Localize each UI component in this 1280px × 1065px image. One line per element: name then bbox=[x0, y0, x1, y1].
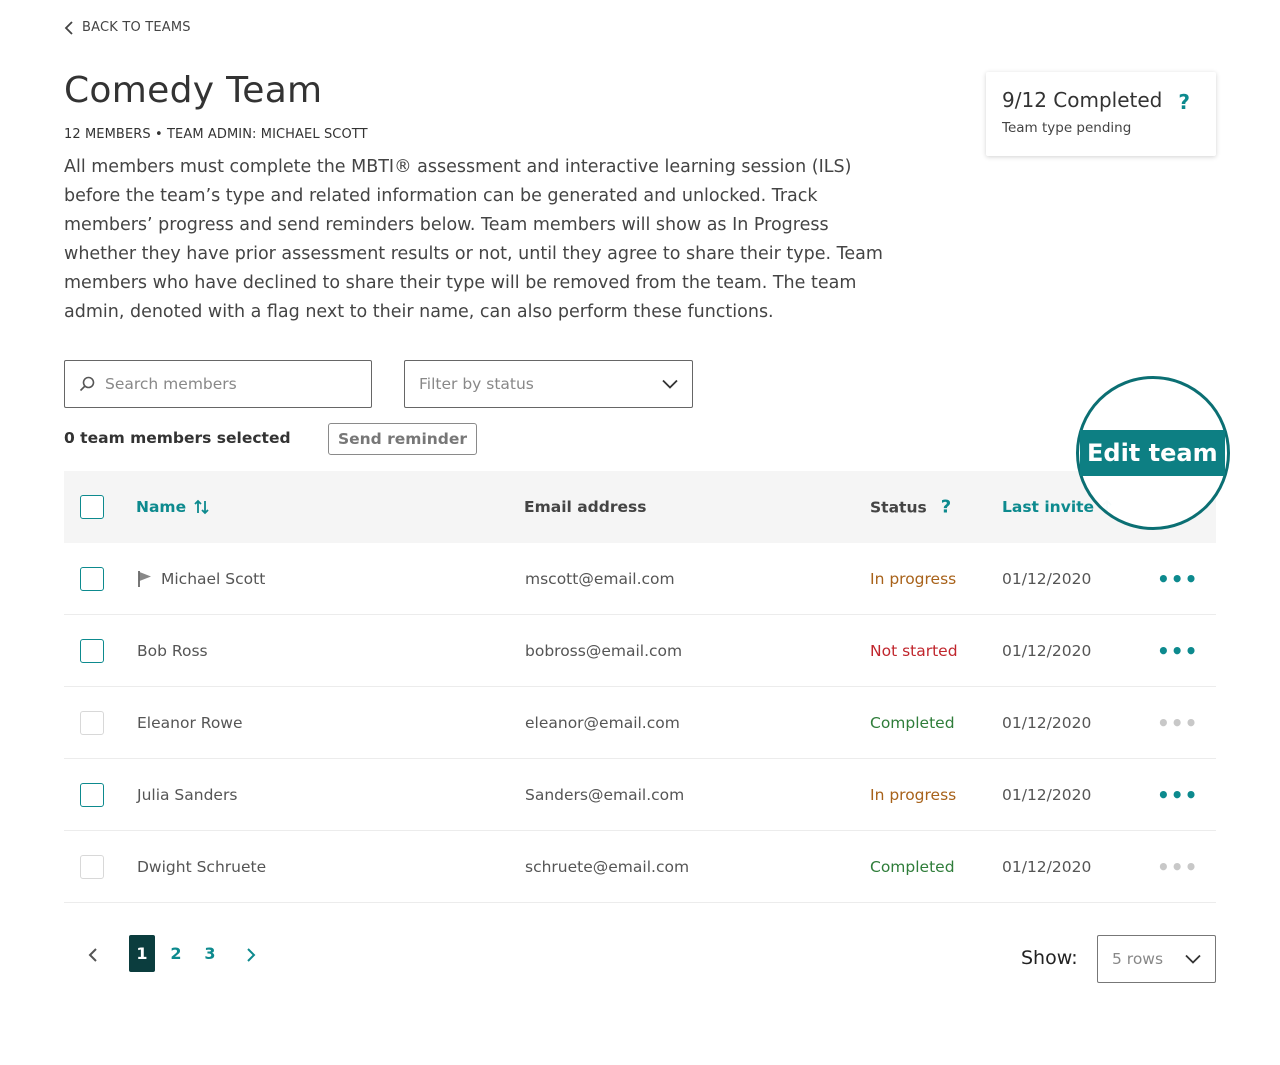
rows-per-page-label: Show: bbox=[1021, 947, 1078, 969]
next-page-icon[interactable] bbox=[244, 947, 258, 963]
row-checkbox bbox=[80, 854, 104, 879]
team-description: All members must complete the MBTI® asse… bbox=[64, 157, 883, 322]
row-checkbox[interactable] bbox=[80, 782, 104, 807]
chevron-down-icon bbox=[1185, 954, 1201, 964]
member-email: schruete@email.com bbox=[525, 857, 690, 876]
status-badge: In progress bbox=[870, 785, 957, 804]
member-name: Bob Ross bbox=[137, 642, 208, 660]
member-name: Julia Sanders bbox=[137, 786, 237, 804]
member-name-text: Bob Ross bbox=[137, 641, 208, 660]
completion-card: 9/12 Completed ? Team type pending bbox=[986, 72, 1216, 156]
row-checkbox[interactable] bbox=[80, 638, 104, 663]
status-badge: Completed bbox=[870, 713, 955, 732]
status-badge: In progress bbox=[870, 569, 957, 588]
sort-icon bbox=[194, 499, 209, 515]
more-options-icon: ••• bbox=[1157, 710, 1199, 735]
edit-team-button[interactable]: Edit team bbox=[1080, 430, 1225, 476]
member-email: Sanders@email.com bbox=[525, 785, 685, 804]
member-email: bobross@email.com bbox=[525, 641, 683, 660]
back-to-teams-link[interactable]: BACK TO TEAMS bbox=[64, 20, 191, 35]
search-field bbox=[64, 360, 372, 408]
member-name-text: Eleanor Rowe bbox=[137, 713, 243, 732]
page-2-button[interactable]: 2 bbox=[168, 935, 184, 972]
admin-flag-icon bbox=[137, 570, 153, 588]
back-label: BACK TO TEAMS bbox=[82, 20, 191, 35]
selected-count: 0 team members selected bbox=[64, 429, 291, 447]
member-name-text: Dwight Schruete bbox=[137, 857, 267, 876]
rows-per-page-select[interactable]: 5 rows bbox=[1097, 935, 1216, 983]
name-header-label: Name bbox=[136, 498, 187, 516]
select-all-checkbox[interactable] bbox=[80, 495, 104, 519]
chevron-down-icon bbox=[662, 379, 678, 389]
page-1-button[interactable]: 1 bbox=[129, 935, 155, 972]
help-icon[interactable]: ? bbox=[1178, 90, 1190, 114]
completion-title: 9/12 Completed bbox=[1002, 88, 1163, 112]
previous-page-icon[interactable] bbox=[86, 947, 100, 963]
rows-per-page-value: 5 rows bbox=[1112, 950, 1164, 968]
email-column-header: Email address bbox=[524, 498, 647, 516]
status-header-label: Status bbox=[870, 498, 927, 516]
last-invite-date: 01/12/2020 bbox=[1002, 785, 1092, 804]
table-header: Name Email address Status ? Last invite bbox=[64, 471, 1216, 543]
table-row: Dwight Schruete schruete@email.com Complet… bbox=[64, 831, 1216, 903]
member-email: eleanor@email.com bbox=[525, 713, 680, 732]
chevron-left-icon bbox=[64, 20, 73, 35]
last-invite-date: 01/12/2020 bbox=[1002, 641, 1092, 660]
member-email: mscott@email.com bbox=[525, 569, 675, 588]
more-options-icon[interactable]: ••• bbox=[1157, 569, 1198, 589]
table-row: Bob Ross bobross@email.com Not started 01/1… bbox=[64, 615, 1216, 687]
more-options-icon[interactable]: ••• bbox=[1157, 641, 1198, 661]
member-name: Michael Scott bbox=[137, 570, 265, 588]
last-invite-date: 01/12/2020 bbox=[1002, 569, 1092, 588]
status-badge: Not started bbox=[870, 641, 958, 660]
member-name-text: Michael Scott bbox=[161, 569, 266, 588]
send-reminder-button[interactable]: Send reminder bbox=[328, 423, 477, 455]
member-name: Dwight Schruete bbox=[137, 858, 266, 876]
page-3-button[interactable]: 3 bbox=[202, 935, 218, 972]
status-filter-select[interactable]: Filter by status bbox=[404, 360, 693, 408]
row-checkbox[interactable] bbox=[80, 566, 104, 591]
table-row: Eleanor Rowe eleanor@email.com Completed 01… bbox=[64, 687, 1216, 759]
team-type-status: Team type pending bbox=[1002, 120, 1132, 136]
last-invite-date: 01/12/2020 bbox=[1002, 713, 1092, 732]
more-options-icon: ••• bbox=[1157, 854, 1199, 879]
status-badge: Completed bbox=[870, 857, 955, 876]
table-row: Julia Sanders Sanders@email.com In progres… bbox=[64, 759, 1216, 831]
table-body: Michael Scott mscott@email.com In progress… bbox=[64, 543, 1216, 903]
search-input[interactable] bbox=[105, 375, 345, 393]
member-name: Eleanor Rowe bbox=[137, 714, 243, 732]
last-invite-date: 01/12/2020 bbox=[1002, 857, 1092, 876]
name-column-header[interactable]: Name bbox=[136, 498, 210, 516]
search-icon bbox=[79, 376, 95, 392]
table-row: Michael Scott mscott@email.com In progress… bbox=[64, 543, 1216, 615]
team-meta: 12 MEMBERS • TEAM ADMIN: MICHAEL SCOTT bbox=[64, 127, 368, 142]
status-column-header: Status ? bbox=[870, 497, 951, 518]
pagination: 1 2 3 bbox=[64, 935, 284, 973]
last-invite-header-label: Last invite bbox=[1002, 498, 1095, 516]
status-help-icon[interactable]: ? bbox=[941, 497, 951, 518]
page-title: Comedy Team bbox=[64, 70, 323, 111]
row-checkbox bbox=[80, 710, 104, 735]
members-table: Name Email address Status ? Last invite … bbox=[64, 471, 1216, 903]
member-name-text: Julia Sanders bbox=[137, 785, 238, 804]
status-filter-placeholder: Filter by status bbox=[419, 375, 534, 393]
more-options-icon[interactable]: ••• bbox=[1157, 785, 1198, 805]
